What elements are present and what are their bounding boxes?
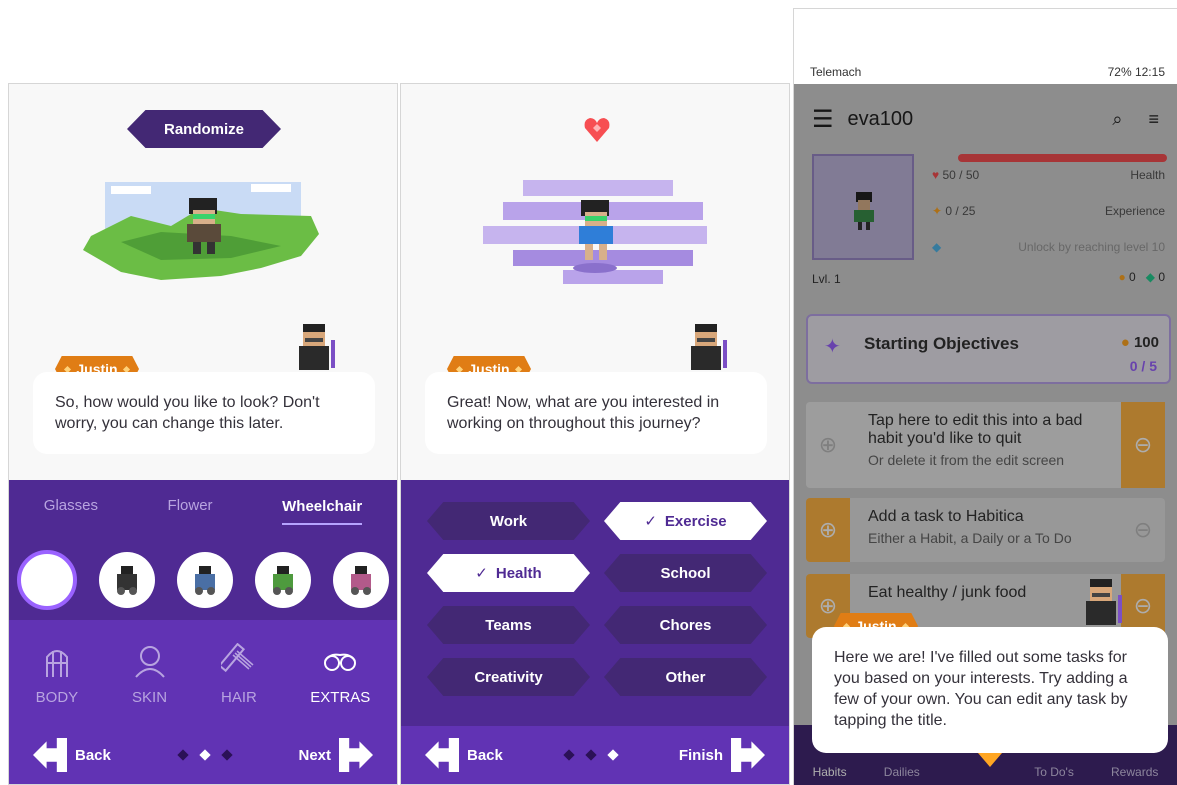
carrier-label: Telemach	[810, 65, 862, 79]
interests-screen: Justin Great! Now, what are you interest…	[400, 83, 790, 785]
check-icon: ✓	[644, 513, 657, 530]
finish-button[interactable]: Finish	[679, 738, 765, 772]
wheelchair-green-icon	[273, 566, 293, 595]
interest-exercise[interactable]: ✓ Exercise	[604, 502, 767, 540]
skin-icon	[134, 645, 165, 678]
finish-arrow-icon	[731, 738, 765, 772]
dialog-bubble[interactable]: Here we are! I've filled out some tasks …	[812, 627, 1168, 753]
back-button[interactable]: Back	[425, 738, 503, 772]
wheelchair-black-icon	[117, 566, 137, 595]
step-dot	[563, 749, 575, 761]
tab-hair[interactable]: HAIR	[220, 642, 257, 706]
next-button[interactable]: Next	[298, 738, 373, 772]
tab-skin[interactable]: SKIN	[132, 643, 168, 706]
step-indicator	[177, 749, 233, 761]
wheelchair-blue-icon	[195, 566, 215, 595]
step-dot	[585, 749, 597, 761]
wheelchair-options	[17, 540, 397, 620]
heart-icon	[584, 118, 610, 142]
back-button-label: Back	[75, 746, 111, 764]
avatar-preview-grass	[83, 182, 319, 280]
option-wheelchair-black[interactable]	[99, 552, 155, 608]
tab-wheelchair[interactable]: Wheelchair	[282, 486, 363, 525]
tab-body[interactable]: BODY	[35, 643, 79, 706]
step-dot-active	[607, 749, 619, 761]
interest-other[interactable]: Other	[604, 658, 767, 696]
section-tabs: BODY SKIN HAIR EXTRAS	[9, 620, 397, 728]
randomize-button[interactable]: Randomize	[127, 110, 281, 148]
step-dot	[177, 749, 189, 761]
back-arrow-icon	[33, 738, 67, 772]
tab-glasses[interactable]: Glasses	[44, 497, 98, 514]
tab-body-label: BODY	[35, 688, 79, 706]
avatar-preview-lavender	[483, 180, 707, 284]
tab-hair-label: HAIR	[220, 688, 257, 706]
interest-teams[interactable]: Teams	[427, 606, 590, 644]
wizard-footer: Back Next	[9, 726, 397, 784]
glasses-icon	[324, 653, 357, 671]
step-dot	[221, 749, 233, 761]
justin-npc-sprite	[1086, 579, 1122, 625]
interest-options: Work ✓ Exercise ✓ Health School Teams Chor…	[427, 502, 767, 696]
wizard-footer: Back Finish	[401, 726, 789, 784]
habits-screen: Telemach 72% 12:15 ☰ eva100 ⌕ ≡ ♥ 50 / 5…	[793, 8, 1177, 785]
category-tabs: Glasses Flower Wheelchair	[9, 480, 397, 530]
interest-work[interactable]: Work	[427, 502, 590, 540]
tab-extras-label: EXTRAS	[310, 688, 371, 706]
tab-skin-label: SKIN	[132, 688, 168, 706]
dialog-bubble: So, how would you like to look? Don't wo…	[33, 372, 375, 454]
finish-button-label: Finish	[678, 746, 723, 764]
tab-extras[interactable]: EXTRAS	[310, 643, 370, 706]
avatar-customize-screen: Randomize Justin So, how would you like …	[8, 83, 398, 785]
option-wheelchair-blue[interactable]	[177, 552, 233, 608]
justin-npc-sprite	[299, 324, 335, 370]
step-indicator	[563, 749, 619, 761]
back-button[interactable]: Back	[33, 738, 111, 772]
step-dot-active	[199, 749, 211, 761]
interest-chores[interactable]: Chores	[604, 606, 767, 644]
status-bar: Telemach 72% 12:15	[794, 9, 1177, 84]
dialog-bubble: Great! Now, what are you interested in w…	[425, 372, 767, 454]
body-icon	[45, 649, 68, 677]
back-button-label: Back	[467, 746, 503, 764]
justin-npc-sprite	[691, 324, 727, 370]
option-wheelchair-pink[interactable]	[333, 552, 389, 608]
option-wheelchair-green[interactable]	[255, 552, 311, 608]
wheelchair-pink-icon	[351, 566, 371, 595]
tab-flower[interactable]: Flower	[168, 497, 213, 514]
option-none[interactable]	[17, 550, 77, 610]
battery-time: 72% 12:15	[1107, 65, 1165, 79]
interest-health[interactable]: ✓ Health	[427, 554, 590, 592]
back-arrow-icon	[425, 738, 459, 772]
next-button-label: Next	[298, 746, 331, 764]
check-icon: ✓	[475, 565, 488, 582]
interest-creativity[interactable]: Creativity	[427, 658, 590, 696]
interest-school[interactable]: School	[604, 554, 767, 592]
next-arrow-icon	[339, 738, 373, 772]
hair-comb-icon	[220, 642, 254, 672]
